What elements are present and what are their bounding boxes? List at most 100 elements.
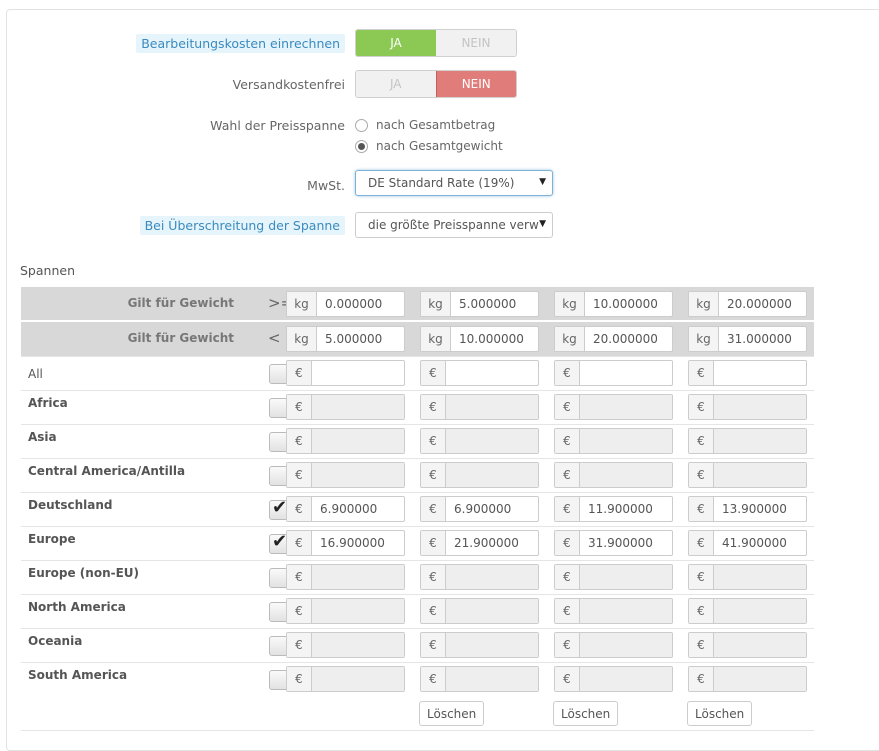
zone-price-input[interactable]: € — [286, 666, 405, 692]
zone-price-input-value[interactable]: 6.900000 — [312, 497, 404, 521]
zone-price-input-value[interactable] — [446, 633, 538, 657]
range-option-total[interactable]: nach Gesamtbetrag — [355, 118, 495, 132]
zone-price-input[interactable]: € — [420, 462, 539, 488]
zone-price-input[interactable]: € — [286, 598, 405, 624]
range-to-input[interactable]: kg 31.000000 — [688, 326, 807, 352]
range-from-input[interactable]: kg 10.000000 — [554, 291, 673, 317]
zone-price-input-value[interactable] — [446, 565, 538, 589]
zone-price-input-value[interactable] — [714, 667, 806, 691]
range-from-input-value[interactable]: 5.000000 — [451, 292, 538, 316]
zone-price-input[interactable]: € — [554, 394, 673, 420]
zone-price-input[interactable]: € — [688, 666, 807, 692]
range-to-input-value[interactable]: 31.000000 — [719, 327, 806, 351]
zone-price-input-value[interactable] — [446, 463, 538, 487]
range-from-input-value[interactable]: 20.000000 — [719, 292, 806, 316]
zone-price-input[interactable]: €11.900000 — [554, 496, 673, 522]
range-to-input[interactable]: kg 5.000000 — [286, 326, 405, 352]
zone-price-input[interactable]: € — [286, 394, 405, 420]
zone-price-input[interactable]: € — [688, 632, 807, 658]
zone-price-input[interactable]: € — [554, 598, 673, 624]
range-to-input-value[interactable]: 5.000000 — [317, 327, 404, 351]
range-from-input[interactable]: kg 0.000000 — [286, 291, 405, 317]
zone-price-input[interactable]: € — [420, 564, 539, 590]
zone-price-input-value[interactable]: 31.900000 — [580, 531, 672, 555]
zone-price-input-value[interactable]: 11.900000 — [580, 497, 672, 521]
zone-price-input[interactable]: € — [420, 598, 539, 624]
zone-price-input[interactable]: €6.900000 — [286, 496, 405, 522]
handling-toggle[interactable]: JA NEIN — [355, 29, 517, 57]
zone-price-input-value[interactable] — [446, 667, 538, 691]
zone-price-input[interactable]: € — [688, 360, 807, 386]
zone-price-input-value[interactable] — [580, 599, 672, 623]
range-to-input[interactable]: kg 10.000000 — [420, 326, 539, 352]
handling-no-option[interactable]: NEIN — [436, 30, 516, 56]
free-shipping-yes-option[interactable]: JA — [356, 71, 436, 97]
zone-price-input[interactable]: € — [688, 564, 807, 590]
zone-price-input-value[interactable] — [312, 599, 404, 623]
zone-price-input-value[interactable] — [580, 361, 672, 385]
zone-price-input[interactable]: €16.900000 — [286, 530, 405, 556]
zone-price-input-value[interactable] — [714, 599, 806, 623]
zone-price-input[interactable]: € — [688, 462, 807, 488]
range-to-input-value[interactable]: 20.000000 — [585, 327, 672, 351]
range-to-input-value[interactable]: 10.000000 — [451, 327, 538, 351]
zone-price-input[interactable]: € — [688, 598, 807, 624]
zone-price-input-value[interactable]: 21.900000 — [446, 531, 538, 555]
zone-price-input-value[interactable] — [714, 429, 806, 453]
tax-select[interactable]: DE Standard Rate (19%) ▼ — [355, 170, 553, 196]
zone-price-input-value[interactable] — [714, 361, 806, 385]
zone-price-input[interactable]: €41.900000 — [688, 530, 807, 556]
zone-price-input-value[interactable]: 6.900000 — [446, 497, 538, 521]
zone-price-input-value[interactable] — [312, 667, 404, 691]
zone-price-input[interactable]: € — [286, 428, 405, 454]
zone-price-input-value[interactable]: 13.900000 — [714, 497, 806, 521]
zone-price-input[interactable]: € — [286, 462, 405, 488]
zone-price-input-value[interactable] — [714, 463, 806, 487]
range-to-input[interactable]: kg 20.000000 — [554, 326, 673, 352]
zone-price-input-value[interactable] — [714, 395, 806, 419]
zone-price-input[interactable]: €13.900000 — [688, 496, 807, 522]
range-from-input[interactable]: kg 5.000000 — [420, 291, 539, 317]
delete-range-button[interactable]: Löschen — [687, 701, 753, 726]
zone-price-input[interactable]: € — [420, 428, 539, 454]
zone-price-input-value[interactable] — [580, 565, 672, 589]
zone-price-input[interactable]: € — [286, 564, 405, 590]
zone-price-input-value[interactable] — [580, 463, 672, 487]
radio-icon[interactable] — [355, 118, 368, 132]
radio-selected-icon[interactable] — [355, 139, 368, 153]
zone-price-input[interactable]: € — [688, 394, 807, 420]
handling-yes-option[interactable]: JA — [356, 30, 436, 56]
zone-price-input-value[interactable] — [714, 565, 806, 589]
zone-price-input[interactable]: € — [554, 632, 673, 658]
zone-price-input-value[interactable]: 41.900000 — [714, 531, 806, 555]
zone-price-input[interactable]: € — [420, 666, 539, 692]
zone-price-input[interactable]: € — [554, 564, 673, 590]
zone-price-input[interactable]: € — [554, 462, 673, 488]
zone-price-input-value[interactable] — [446, 599, 538, 623]
zone-price-input-value[interactable] — [580, 633, 672, 657]
zone-price-input-value[interactable] — [714, 633, 806, 657]
exceed-select[interactable]: die größte Preisspanne verw ▼ — [355, 212, 553, 238]
zone-price-input-value[interactable] — [312, 429, 404, 453]
zone-price-input-value[interactable]: 16.900000 — [312, 531, 404, 555]
zone-price-input-value[interactable] — [446, 395, 538, 419]
zone-price-input[interactable]: € — [286, 632, 405, 658]
zone-price-input[interactable]: €6.900000 — [420, 496, 539, 522]
zone-price-input-value[interactable] — [312, 361, 404, 385]
zone-price-input-value[interactable] — [446, 361, 538, 385]
zone-price-input-value[interactable] — [580, 395, 672, 419]
delete-range-button[interactable]: Löschen — [553, 701, 619, 726]
zone-price-input-value[interactable] — [580, 429, 672, 453]
zone-price-input-value[interactable] — [312, 565, 404, 589]
zone-price-input[interactable]: € — [420, 394, 539, 420]
zone-price-input-value[interactable] — [312, 463, 404, 487]
range-from-input-value[interactable]: 10.000000 — [585, 292, 672, 316]
zone-price-input-value[interactable] — [312, 633, 404, 657]
free-shipping-toggle[interactable]: JA NEIN — [355, 70, 517, 98]
zone-price-input-value[interactable] — [312, 395, 404, 419]
zone-price-input[interactable]: € — [420, 632, 539, 658]
zone-price-input[interactable]: €31.900000 — [554, 530, 673, 556]
zone-price-input[interactable]: € — [420, 360, 539, 386]
zone-price-input-value[interactable] — [580, 667, 672, 691]
zone-price-input-value[interactable] — [446, 429, 538, 453]
